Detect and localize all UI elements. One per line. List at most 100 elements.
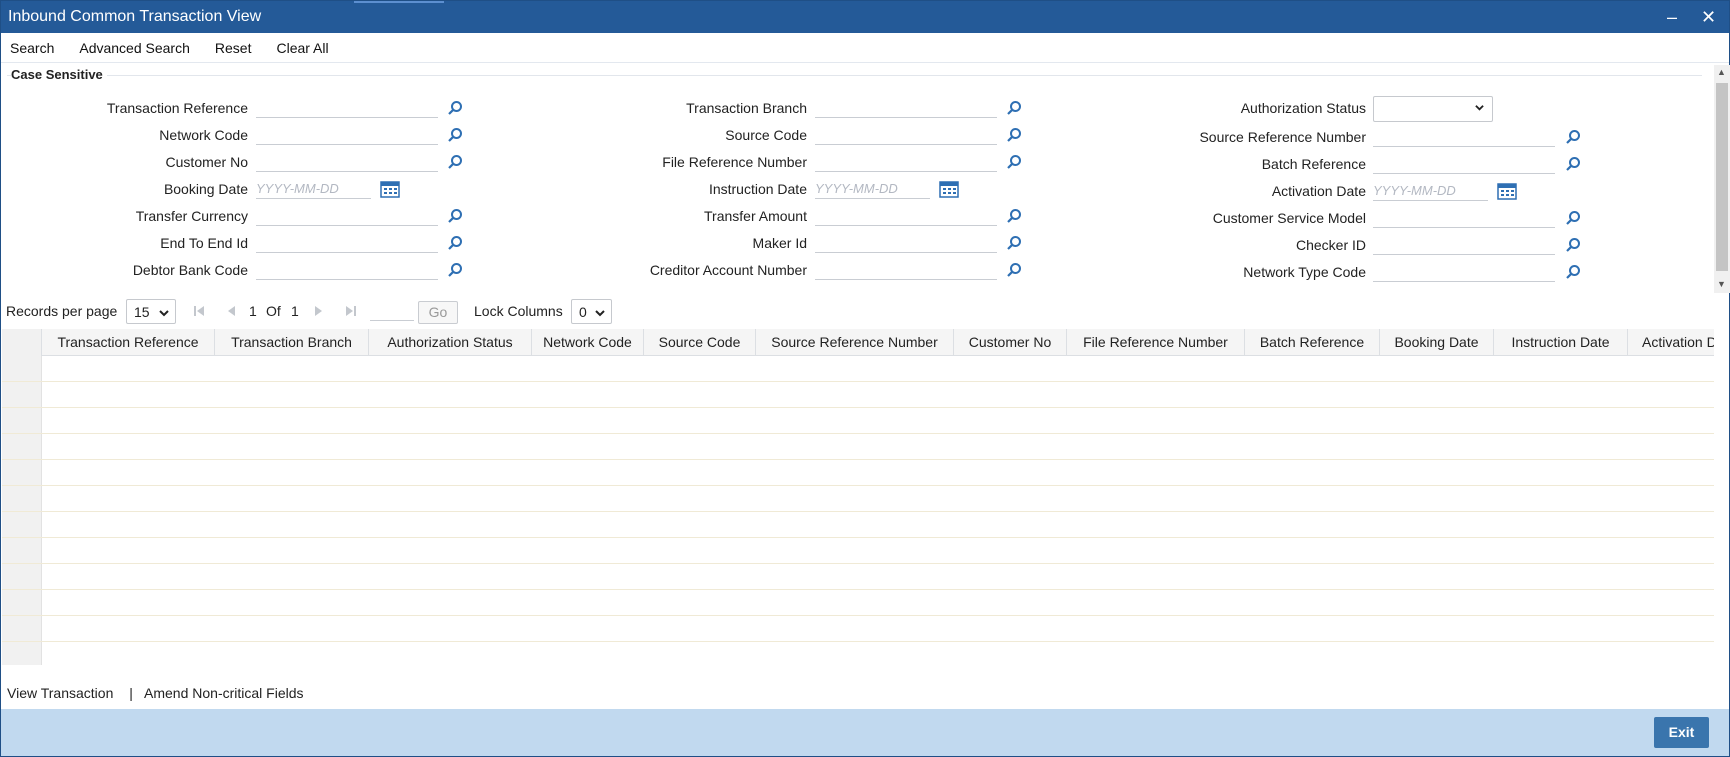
table-row[interactable] <box>2 486 1714 512</box>
search-icon[interactable] <box>447 100 463 116</box>
source-code-input[interactable] <box>815 125 997 145</box>
col-authorization-status[interactable]: Authorization Status <box>369 329 532 356</box>
search-icon[interactable] <box>1565 156 1581 172</box>
search-icon[interactable] <box>1565 237 1581 253</box>
calendar-icon[interactable] <box>939 180 959 198</box>
table-row[interactable] <box>2 434 1714 460</box>
instruction-date-input[interactable] <box>815 179 930 199</box>
row-selector[interactable] <box>2 512 42 537</box>
table-row[interactable] <box>2 408 1714 434</box>
search-button[interactable]: Search <box>8 38 56 58</box>
reset-button[interactable]: Reset <box>213 38 254 58</box>
col-transaction-branch[interactable]: Transaction Branch <box>215 329 369 356</box>
row-selector[interactable] <box>2 460 42 485</box>
clear-all-button[interactable]: Clear All <box>274 38 330 58</box>
maker-id-input[interactable] <box>815 233 997 253</box>
search-icon[interactable] <box>447 127 463 143</box>
batch-reference-input[interactable] <box>1373 154 1555 174</box>
col-source-reference-number[interactable]: Source Reference Number <box>756 329 954 356</box>
col-file-reference-number[interactable]: File Reference Number <box>1067 329 1245 356</box>
table-row[interactable] <box>2 590 1714 616</box>
booking-date-input[interactable] <box>256 179 371 199</box>
criteria-scrollbar[interactable]: ▲ ▼ <box>1714 65 1730 293</box>
records-per-page-select[interactable]: 15 <box>126 299 176 324</box>
row-selector[interactable] <box>2 564 42 589</box>
col-source-code[interactable]: Source Code <box>644 329 756 356</box>
table-row[interactable] <box>2 642 1714 665</box>
exit-button[interactable]: Exit <box>1654 717 1709 748</box>
transfer-amount-input[interactable] <box>815 206 997 226</box>
table-row[interactable] <box>2 538 1714 564</box>
search-icon[interactable] <box>1006 208 1022 224</box>
table-row[interactable] <box>2 382 1714 408</box>
row-selector[interactable] <box>2 642 42 665</box>
search-icon[interactable] <box>1565 264 1581 280</box>
row-selector[interactable] <box>2 616 42 641</box>
row-selector[interactable] <box>2 486 42 511</box>
search-icon[interactable] <box>1006 262 1022 278</box>
row-selector[interactable] <box>2 434 42 459</box>
col-network-code[interactable]: Network Code <box>532 329 644 356</box>
search-icon[interactable] <box>447 208 463 224</box>
search-icon[interactable] <box>1006 100 1022 116</box>
file-reference-number-input[interactable] <box>815 152 997 172</box>
minimize-icon[interactable]: – <box>1667 7 1677 27</box>
table-row[interactable] <box>2 460 1714 486</box>
row-selector[interactable] <box>2 590 42 615</box>
search-icon[interactable] <box>1006 154 1022 170</box>
col-batch-reference[interactable]: Batch Reference <box>1245 329 1380 356</box>
customer-no-input[interactable] <box>256 152 438 172</box>
end-to-end-id-input[interactable] <box>256 233 438 253</box>
creditor-account-number-input[interactable] <box>815 260 997 280</box>
previous-page-icon[interactable] <box>225 305 237 317</box>
transaction-reference-input[interactable] <box>256 98 438 118</box>
source-reference-number-input[interactable] <box>1373 127 1555 147</box>
row-selector[interactable] <box>2 382 42 407</box>
checker-id-input[interactable] <box>1373 235 1555 255</box>
network-code-input[interactable] <box>256 125 438 145</box>
search-icon[interactable] <box>1565 210 1581 226</box>
col-booking-date[interactable]: Booking Date <box>1380 329 1494 356</box>
next-page-icon[interactable] <box>313 305 325 317</box>
debtor-bank-code-input[interactable] <box>256 260 438 280</box>
scroll-down-icon[interactable]: ▼ <box>1717 279 1726 289</box>
go-to-page-input[interactable] <box>370 301 414 321</box>
table-row[interactable] <box>2 356 1714 382</box>
first-page-icon[interactable] <box>193 305 205 317</box>
search-icon[interactable] <box>1006 127 1022 143</box>
calendar-icon[interactable] <box>1497 182 1517 200</box>
row-selector[interactable] <box>2 356 42 381</box>
go-button[interactable]: Go <box>418 301 458 324</box>
search-icon[interactable] <box>1006 235 1022 251</box>
select-all-header[interactable] <box>2 329 42 356</box>
calendar-icon[interactable] <box>380 180 400 198</box>
scroll-thumb[interactable] <box>1716 83 1728 271</box>
col-activation-date[interactable]: Activation D <box>1628 329 1714 356</box>
col-instruction-date[interactable]: Instruction Date <box>1494 329 1628 356</box>
activation-date-input[interactable] <box>1373 181 1488 201</box>
network-type-code-input[interactable] <box>1373 262 1555 282</box>
transfer-currency-input[interactable] <box>256 206 438 226</box>
view-transaction-link[interactable]: View Transaction <box>7 685 113 701</box>
search-icon[interactable] <box>447 154 463 170</box>
transaction-branch-input[interactable] <box>815 98 997 118</box>
lock-columns-select[interactable]: 0 <box>571 299 612 324</box>
amend-non-critical-fields-link[interactable]: Amend Non-critical Fields <box>144 685 304 701</box>
search-icon[interactable] <box>447 235 463 251</box>
col-transaction-reference[interactable]: Transaction Reference <box>42 329 215 356</box>
customer-service-model-input[interactable] <box>1373 208 1555 228</box>
scroll-up-icon[interactable]: ▲ <box>1717 67 1726 77</box>
row-selector[interactable] <box>2 408 42 433</box>
search-icon[interactable] <box>1565 129 1581 145</box>
table-row[interactable] <box>2 616 1714 642</box>
row-selector[interactable] <box>2 538 42 563</box>
search-icon[interactable] <box>447 262 463 278</box>
col-customer-no[interactable]: Customer No <box>954 329 1067 356</box>
close-icon[interactable]: ✕ <box>1701 7 1716 27</box>
authorization-status-select[interactable] <box>1373 96 1493 122</box>
advanced-search-button[interactable]: Advanced Search <box>77 38 192 58</box>
table-row[interactable] <box>2 512 1714 538</box>
table-row[interactable] <box>2 564 1714 590</box>
last-page-icon[interactable] <box>345 305 357 317</box>
source-reference-number-label: Source Reference Number <box>1199 129 1366 145</box>
